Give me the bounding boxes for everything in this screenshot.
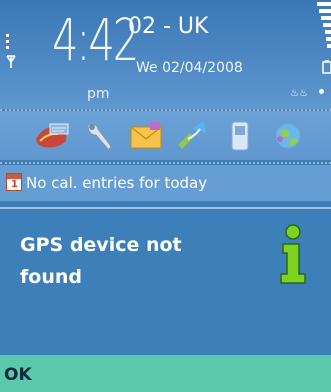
web-globe-icon[interactable] xyxy=(270,119,306,153)
softkey-bar: OK xyxy=(0,355,331,392)
dialog-message: GPS device not found xyxy=(20,234,182,288)
home-screen: 4:42 02 - UK We 02/04/2008 pm ♨♨ 1 No ca… xyxy=(0,0,331,392)
divider xyxy=(0,162,331,164)
clock-time: 4:42 xyxy=(52,6,139,74)
date-label: We 02/04/2008 xyxy=(136,60,243,76)
calendar-row[interactable]: 1 No cal. entries for today xyxy=(0,165,331,201)
messaging-icon[interactable] xyxy=(128,119,164,153)
network-type-icon: ♨♨ xyxy=(290,88,308,99)
info-icon xyxy=(280,224,306,284)
ampm-label: pm xyxy=(87,86,110,102)
shortcut-bar xyxy=(0,111,331,160)
calendar-status-text: No cal. entries for today xyxy=(26,174,208,192)
operator-name: 02 - UK xyxy=(128,14,209,39)
signal-strength-icon xyxy=(6,34,16,68)
indicator-dot-icon xyxy=(319,89,324,94)
connectivity-icon[interactable] xyxy=(174,119,210,153)
ok-softkey[interactable]: OK xyxy=(4,365,32,385)
phone-icon[interactable] xyxy=(222,119,258,153)
calendar-icon: 1 xyxy=(6,173,22,191)
info-dialog: GPS device not found xyxy=(0,207,331,357)
battery-icon xyxy=(317,2,331,74)
gps-app-icon[interactable] xyxy=(34,119,70,153)
tools-icon[interactable] xyxy=(82,119,118,153)
status-area: 4:42 02 - UK We 02/04/2008 pm ♨♨ xyxy=(0,0,331,109)
